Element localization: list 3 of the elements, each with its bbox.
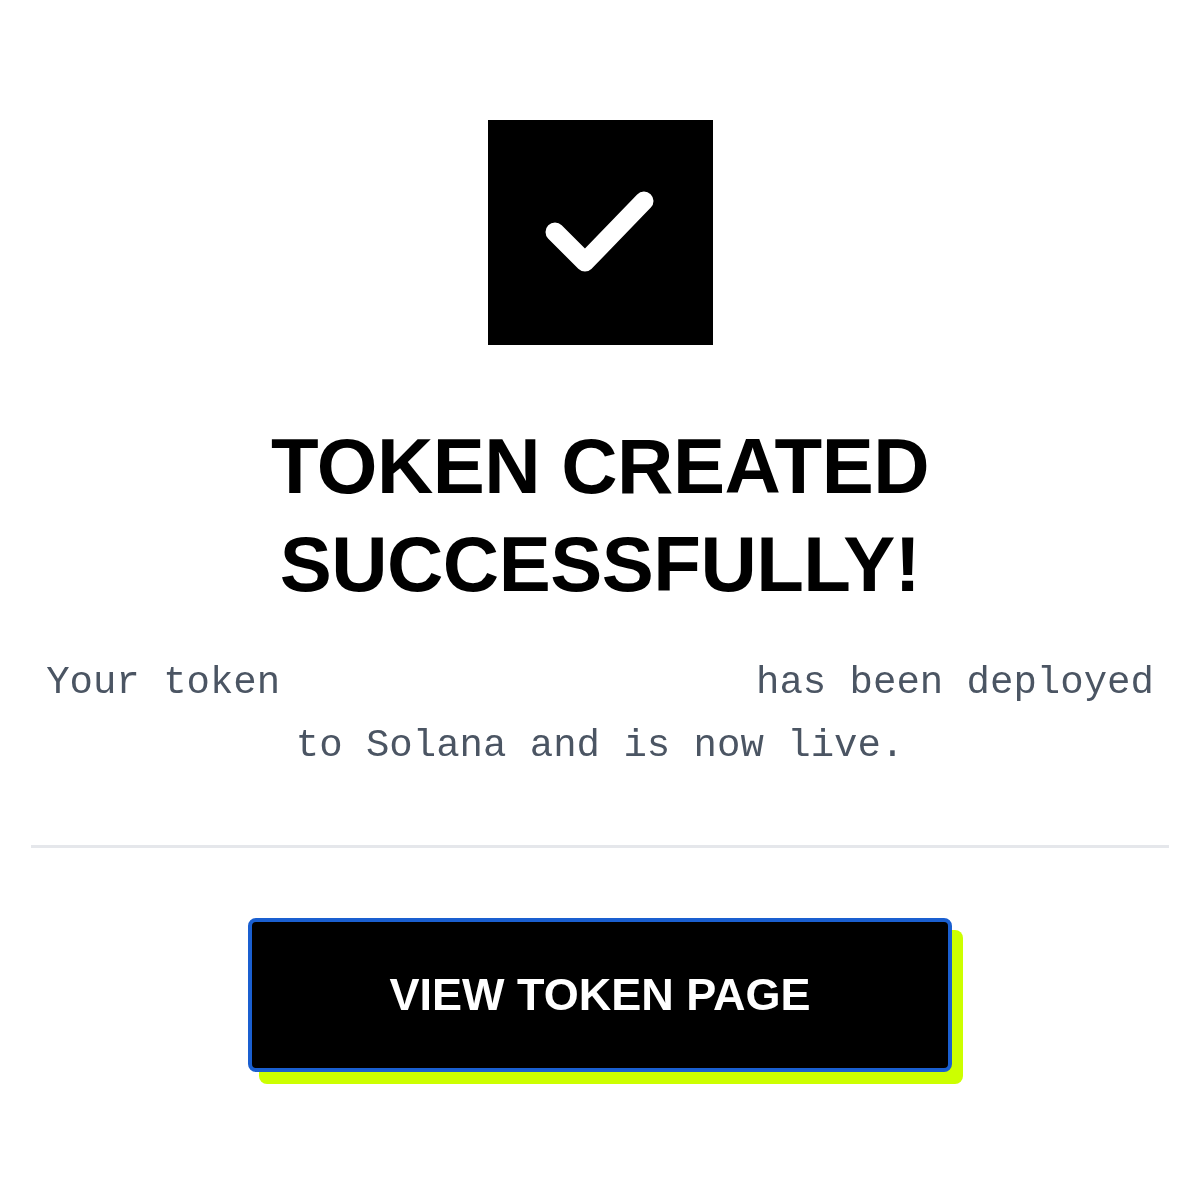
success-message: Your token has been deployed to Solana and is now live. bbox=[45, 660, 1155, 770]
checkmark-icon bbox=[487, 120, 713, 345]
success-title: TOKEN CREATED SUCCESSFULLY! bbox=[270, 421, 930, 610]
